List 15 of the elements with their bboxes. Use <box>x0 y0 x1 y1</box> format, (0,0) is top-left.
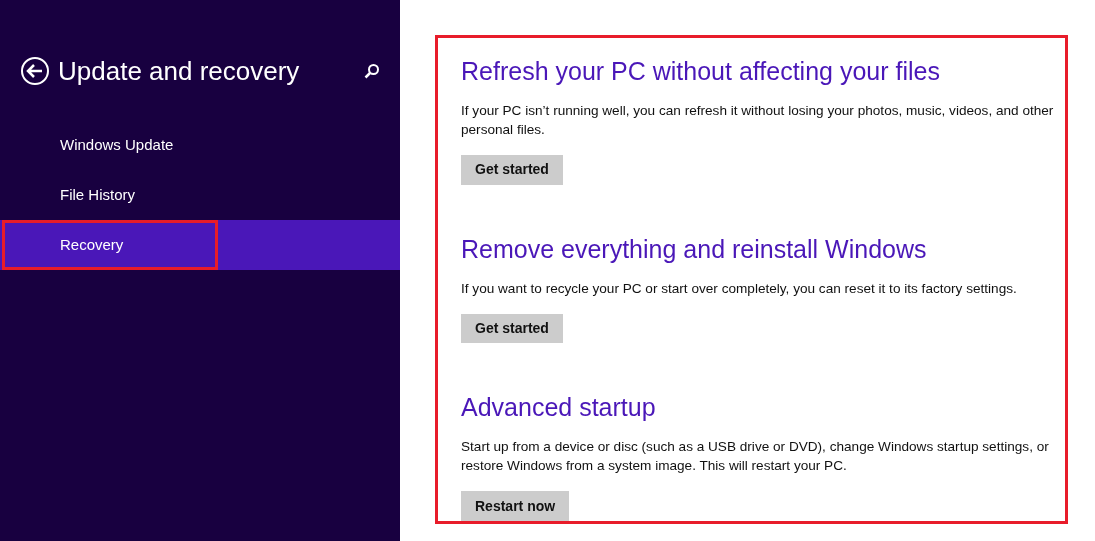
section-description: Start up from a device or disc (such as a USB drive or DVD), change Windows startup settings, or restore Windows from a system image. This will restart your PC. <box>461 438 1050 476</box>
section-heading: Refresh your PC without affecting your files <box>461 56 941 86</box>
action-button[interactable]: Get started <box>461 313 563 344</box>
section-heading: Advanced startup <box>461 392 657 423</box>
action-button[interactable]: Restart now <box>461 491 570 521</box>
nav-item[interactable]: Recovery <box>0 220 400 270</box>
action-button[interactable]: Get started <box>461 155 563 185</box>
back-icon[interactable] <box>20 56 50 86</box>
nav-item[interactable]: File History <box>0 170 400 220</box>
page-title: Update and recovery <box>58 54 301 88</box>
nav-item[interactable]: Windows Update <box>0 120 400 170</box>
section-description: If you want to recycle your PC or start over completely, you can reset it to its factory settings. <box>461 279 1018 298</box>
search-icon[interactable] <box>364 63 380 79</box>
section-description: If your PC isn’t running well, you can refresh it without losing your photos, music, videos, and other personal files. <box>461 102 1055 139</box>
section-heading: Remove everything and reinstall Windows <box>461 233 928 264</box>
